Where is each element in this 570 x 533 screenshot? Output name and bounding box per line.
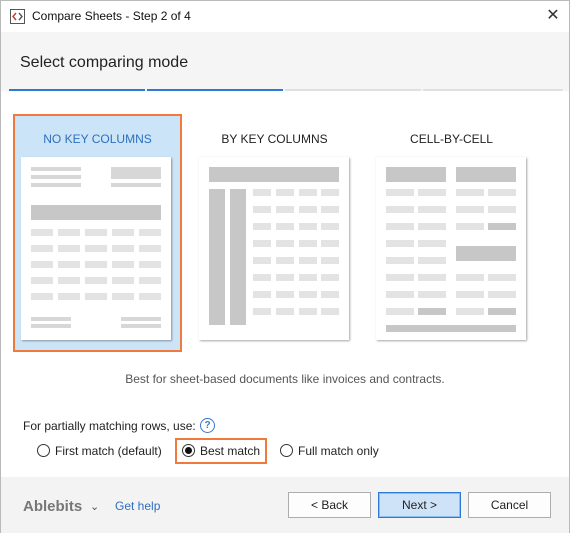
- by-key-columns-preview: [199, 157, 349, 340]
- mode-by-key-columns[interactable]: BY KEY COLUMNS: [197, 114, 352, 352]
- window-title: Compare Sheets - Step 2 of 4: [32, 9, 191, 23]
- page-title: Select comparing mode: [20, 54, 189, 71]
- radio-label: Full match only: [298, 444, 379, 458]
- mode-description: Best for sheet-based documents like invo…: [125, 372, 445, 386]
- compare-sheets-dialog: Compare Sheets - Step 2 of 4 ✕ Select co…: [0, 0, 570, 533]
- radio-label: First match (default): [55, 444, 162, 458]
- help-icon[interactable]: ?: [200, 418, 215, 433]
- compare-sheets-icon: [10, 9, 25, 24]
- progress-step-2: [147, 89, 283, 91]
- radio-full-match-only[interactable]: Full match only: [280, 444, 385, 458]
- mode-label: NO KEY COLUMNS: [43, 132, 152, 146]
- mode-cell-by-cell[interactable]: CELL-BY-CELL: [374, 114, 529, 352]
- title-bar: Compare Sheets - Step 2 of 4 ✕: [1, 1, 569, 32]
- mode-label: CELL-BY-CELL: [410, 132, 493, 146]
- back-button[interactable]: < Back: [288, 492, 371, 518]
- radio-best-match[interactable]: Best match: [182, 444, 264, 458]
- radio-checked-icon: [182, 444, 195, 457]
- next-button[interactable]: Next >: [378, 492, 461, 518]
- cancel-button[interactable]: Cancel: [468, 492, 551, 518]
- progress-step-3: [285, 89, 421, 91]
- get-help-link[interactable]: Get help: [115, 499, 160, 513]
- cell-by-cell-preview: [376, 157, 526, 340]
- partial-match-label: For partially matching rows, use:: [23, 419, 196, 433]
- radio-unchecked-icon: [280, 444, 293, 457]
- close-icon[interactable]: ✕: [542, 6, 564, 26]
- wizard-header: Select comparing mode: [1, 32, 569, 91]
- progress-step-1: [9, 89, 145, 91]
- radio-label: Best match: [200, 444, 261, 458]
- mode-no-key-columns[interactable]: NO KEY COLUMNS: [13, 114, 182, 352]
- progress-step-4: [423, 89, 563, 91]
- ablebits-logo[interactable]: Ablebits: [23, 498, 82, 515]
- no-key-columns-preview: [21, 157, 171, 340]
- radio-unchecked-icon: [37, 444, 50, 457]
- radio-first-match[interactable]: First match (default): [37, 444, 167, 458]
- mode-label: BY KEY COLUMNS: [221, 132, 328, 146]
- chevron-down-icon[interactable]: ⌄: [90, 500, 99, 513]
